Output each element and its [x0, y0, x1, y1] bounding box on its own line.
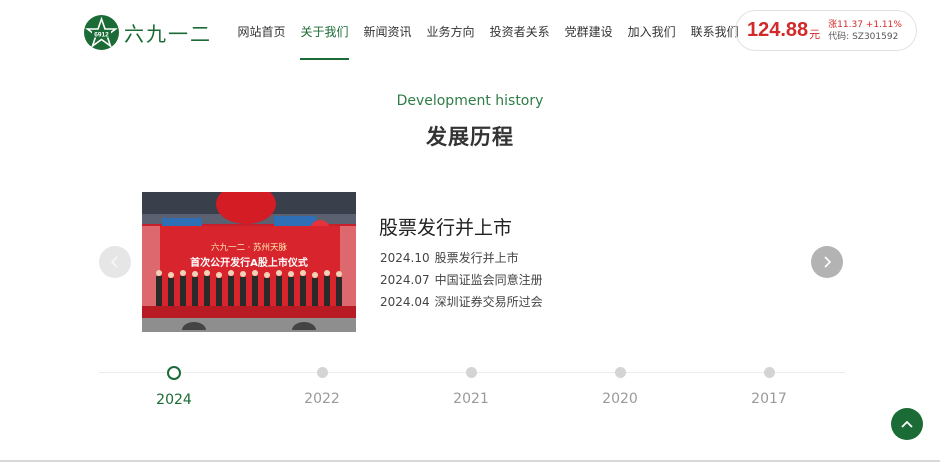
- timeline-year-2022[interactable]: 2022: [282, 364, 362, 407]
- slide-title: 股票发行并上市: [379, 217, 513, 239]
- nav-join[interactable]: 加入我们: [620, 0, 683, 64]
- timeline-dot: [316, 367, 328, 378]
- next-slide-button[interactable]: [811, 246, 843, 278]
- event-text: 深圳证券交易所过会: [434, 295, 543, 309]
- list-item: 2024.07 中国证监会同意注册: [380, 272, 543, 294]
- logo-text: 六九一二: [124, 21, 212, 46]
- logo-emblem-icon: 6912: [84, 14, 119, 50]
- photo-banner-line2: 首次公开发行A股上市仪式: [190, 256, 308, 269]
- timeline-dot: [465, 367, 477, 378]
- timeline-year-2017[interactable]: 2017: [729, 364, 809, 407]
- timeline-year-label: 2022: [304, 391, 340, 407]
- event-date: 2024.10: [380, 251, 430, 265]
- chevron-left-icon: [110, 256, 118, 268]
- event-date: 2024.07: [380, 273, 430, 287]
- timeline-year-label: 2017: [751, 391, 787, 407]
- site-header: 6912 六九一二 网站首页 关于我们 新闻资讯 业务方向 投资者关系 党群建设…: [0, 0, 940, 64]
- timeline-dot: [614, 367, 626, 378]
- timeline-year-2021[interactable]: 2021: [431, 364, 511, 407]
- event-text: 中国证监会同意注册: [434, 273, 543, 287]
- logo-badge-text: 6912: [94, 31, 109, 38]
- nav-investors[interactable]: 投资者关系: [482, 0, 557, 64]
- event-date: 2024.04: [380, 295, 430, 309]
- timeline-year-2020[interactable]: 2020: [580, 364, 660, 407]
- arrow-up-icon: [901, 420, 913, 428]
- list-item: 2024.04 深圳证券交易所过会: [380, 294, 543, 316]
- event-list: 2024.10 股票发行并上市 2024.07 中国证监会同意注册 2024.04 深…: [380, 250, 543, 316]
- stock-code: 代码: SZ301592: [828, 31, 899, 42]
- timeline-year-2024[interactable]: 2024: [134, 364, 214, 408]
- timeline-year-label: 2021: [453, 391, 489, 407]
- timeline-year-label: 2020: [602, 391, 638, 407]
- list-item: 2024.10 股票发行并上市: [380, 250, 543, 272]
- nav-party[interactable]: 党群建设: [557, 0, 620, 64]
- nav-home[interactable]: 网站首页: [230, 0, 293, 64]
- event-text: 股票发行并上市: [434, 251, 519, 265]
- back-to-top-button[interactable]: [891, 408, 923, 440]
- section-title-en: Development history: [396, 93, 544, 109]
- photo-banner-line1: 六九一二 · 苏州天脉: [211, 242, 288, 253]
- logo[interactable]: 6912 六九一二: [84, 14, 212, 50]
- nav-news[interactable]: 新闻资讯: [356, 0, 419, 64]
- listing-ceremony-photo: 六九一二 · 苏州天脉 首次公开发行A股上市仪式: [142, 192, 356, 332]
- stock-unit: 元: [809, 27, 821, 41]
- stock-ticker[interactable]: 124.88 元 涨11.37 +1.11% 代码: SZ301592: [735, 10, 917, 51]
- timeline-year-label: 2024: [156, 392, 192, 408]
- main-nav: 网站首页 关于我们 新闻资讯 业务方向 投资者关系 党群建设 加入我们 联系我们: [230, 0, 746, 64]
- timeline-dot: [167, 366, 181, 380]
- chevron-right-icon: [824, 256, 832, 268]
- stock-change: 涨11.37 +1.11%: [828, 19, 902, 30]
- nav-about[interactable]: 关于我们: [293, 0, 356, 64]
- timeline-dot: [763, 367, 775, 378]
- nav-business[interactable]: 业务方向: [419, 0, 482, 64]
- stock-info: 涨11.37 +1.11% 代码: SZ301592: [828, 19, 902, 43]
- section-title: 发展历程: [426, 125, 514, 149]
- prev-slide-button[interactable]: [99, 246, 131, 278]
- stock-price: 124.88: [747, 19, 809, 41]
